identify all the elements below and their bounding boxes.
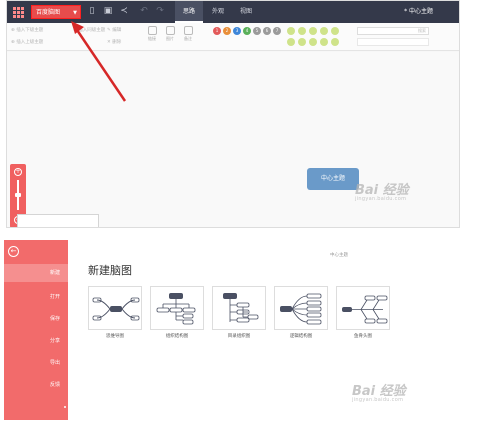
file-menu-screenshot: ← 新建 打开 保存 分享 导出 反馈 中心主题 新建脑图 思维导图 组织结构图… [0,240,500,436]
progress-3-icon[interactable] [320,27,328,35]
template-directory-chart[interactable] [212,286,266,330]
priority-4[interactable]: 4 [243,27,251,35]
sidebar-item-export[interactable]: 导出 [4,354,68,372]
image-label: 图片 [166,36,174,41]
progress-8-icon[interactable] [320,38,328,46]
priority-7[interactable]: 7 [273,27,281,35]
navigator-minimap[interactable] [17,214,99,227]
undo-icon[interactable]: ↶ [139,6,149,17]
search-hint: 搜索 [418,28,426,33]
watermark-bottom: Bai 经验 jingyan.baidu.com [352,380,406,403]
progress-9-icon[interactable] [331,38,339,46]
annotation-arrow-icon [71,21,127,102]
template-mindmap[interactable] [88,286,142,330]
tab-view[interactable]: 视图 [233,1,259,23]
note-icon [183,26,193,35]
sidebar-item-new[interactable]: 新建 [4,264,68,282]
resource-input[interactable]: 搜索 [357,27,429,35]
insert-child-button[interactable]: ⊕ 插入下级主题 [11,27,43,33]
central-topic-node[interactable]: 中心主题 [307,168,359,190]
template-fishbone[interactable] [336,286,390,330]
progress-2-icon[interactable] [309,27,317,35]
sidebar-item-save[interactable]: 保存 [4,310,68,328]
tab-appearance[interactable]: 外观 [205,1,231,23]
note-label: 备注 [184,36,192,41]
apps-grid-icon[interactable] [10,4,26,20]
tab-idea[interactable]: 思路 [175,1,203,23]
template-logic-chart[interactable] [274,286,328,330]
fishbone-icon [342,295,388,324]
progress-1-icon[interactable] [298,27,306,35]
template-label: 目录组织图 [227,334,251,339]
progress-6-icon[interactable] [298,38,306,46]
document-title: * 中心主题 [404,8,433,15]
resource-list[interactable] [357,38,429,46]
insert-parent-label: 插入上级主题 [16,40,44,45]
new-file-icon[interactable]: ▯ [87,6,97,17]
new-mindmap-heading: 新建脑图 [88,264,132,277]
template-org-chart[interactable] [150,286,204,330]
watermark: Bai 经验 jingyan.baidu.com [355,179,409,202]
link-label: 链接 [148,36,156,41]
save-icon[interactable]: ▣ [103,6,113,17]
template-label: 组织结构图 [165,334,189,339]
zoom-slider-handle[interactable] [15,193,21,197]
progress-4-icon[interactable] [331,27,339,35]
main-menu-label: 百度脑图 [36,9,61,16]
document-title-bottom: 中心主题 [330,253,348,258]
template-label: 逻辑结构图 [289,334,313,339]
progress-0-icon[interactable] [287,27,295,35]
priority-3[interactable]: 3 [233,27,241,35]
zoom-in-button[interactable]: + [14,168,22,176]
template-label: 鱼骨头图 [354,334,372,339]
progress-5-icon[interactable] [287,38,295,46]
insert-child-label: 插入下级主题 [16,28,44,33]
priority-5[interactable]: 5 [253,27,261,35]
template-label: 思维导图 [106,334,124,339]
watermark-url: jingyan.baidu.com [355,196,407,202]
priority-1[interactable]: 1 [213,27,221,35]
editor-screenshot: 百度脑图 ▼ ▯ ▣ ≺ ↶ ↷ 思路 外观 视图 * 中心主题 ⊕ 插入下级主… [6,0,460,228]
image-icon [165,26,175,35]
watermark-url: jingyan.baidu.com [352,397,404,403]
sidebar-dot [64,406,66,408]
progress-7-icon[interactable] [309,38,317,46]
share-icon[interactable]: ≺ [119,6,129,17]
directory-chart-icon [223,293,259,323]
mindmap-icon [92,297,140,321]
logic-chart-icon [280,293,322,325]
page: 百度脑图 ▼ ▯ ▣ ≺ ↶ ↷ 思路 外观 视图 * 中心主题 ⊕ 插入下级主… [0,0,500,436]
priority-2[interactable]: 2 [223,27,231,35]
priority-6[interactable]: 6 [263,27,271,35]
sidebar-item-open[interactable]: 打开 [4,288,68,306]
sidebar-item-feedback[interactable]: 反馈 [4,376,68,394]
note-button[interactable]: 备注 [181,26,195,42]
image-button[interactable]: 图片 [163,26,177,42]
file-sidebar: ← 新建 打开 保存 分享 导出 反馈 [4,240,68,420]
sidebar-item-share[interactable]: 分享 [4,332,68,350]
link-button[interactable]: 链接 [145,26,159,42]
redo-icon[interactable]: ↷ [155,6,165,17]
org-chart-icon [156,293,196,325]
link-icon [147,26,157,35]
back-arrow-icon[interactable]: ← [8,246,19,257]
insert-parent-button[interactable]: ⊕ 插入上级主题 [11,39,43,45]
